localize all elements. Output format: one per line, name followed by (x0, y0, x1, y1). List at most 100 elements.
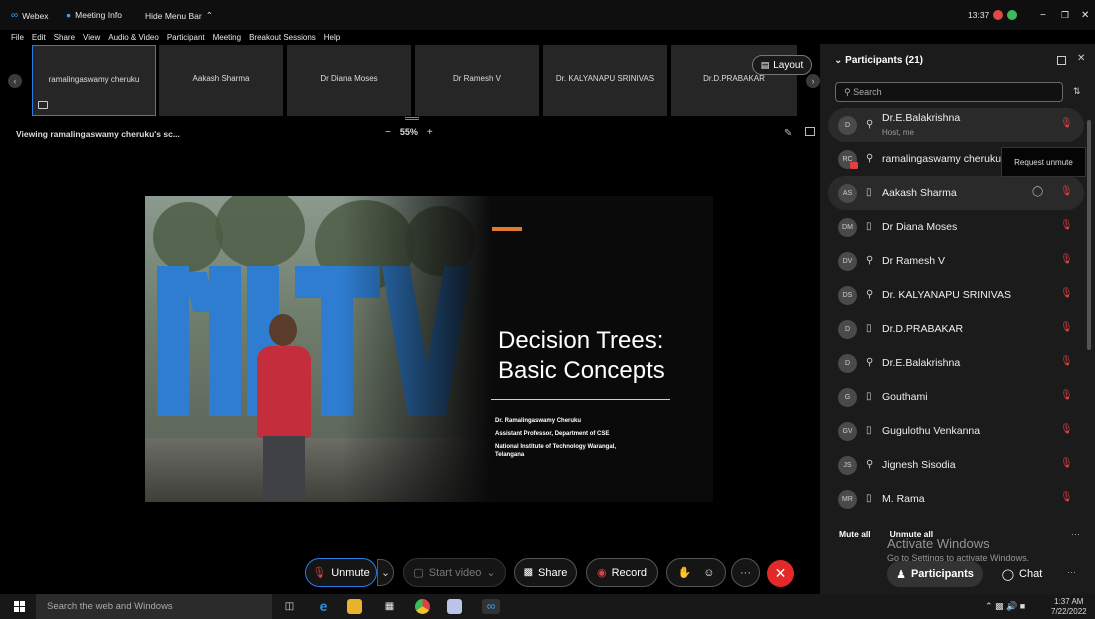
menu-audio-video[interactable]: Audio & Video (108, 33, 159, 42)
webex-app-menu[interactable]: ∞ Webex (11, 10, 48, 21)
participant-row[interactable]: AS ▯ Aakash Sharma ◯ 🎙 (828, 176, 1084, 210)
minimize-button[interactable]: − (1040, 10, 1046, 21)
webex-taskbar-icon[interactable]: ∞ (482, 599, 500, 614)
participant-row[interactable]: D ▯ Dr.D.PRABAKAR 🎙 (828, 312, 1084, 346)
mic-muted-icon[interactable]: 🎙 (1060, 220, 1073, 231)
close-window-button[interactable]: ✕ (1081, 10, 1089, 21)
video-tile[interactable]: Dr Ramesh V (415, 45, 539, 116)
slide-title-line2: Basic Concepts (498, 357, 665, 384)
participants-tab-button[interactable]: ♟ Participants (887, 561, 983, 587)
chat-icon[interactable]: ◯ (1032, 186, 1043, 197)
mic-muted-icon[interactable]: 🎙 (1060, 424, 1073, 435)
video-tile-name: Dr Ramesh V (452, 74, 501, 83)
notepad-icon[interactable] (447, 599, 462, 614)
menu-meeting[interactable]: Meeting (213, 33, 241, 42)
panel-scrollbar[interactable] (1087, 120, 1091, 350)
menu-share[interactable]: Share (54, 33, 75, 42)
video-tile[interactable]: Dr. KALYANAPU SRINIVAS (543, 45, 667, 116)
participant-role: Host, me (882, 128, 915, 137)
mic-muted-icon[interactable]: 🎙 (1060, 118, 1073, 129)
strip-resize-handle[interactable] (405, 117, 419, 120)
slide-author: Dr. Ramalingaswamy Cheruku (495, 418, 582, 424)
menu-view[interactable]: View (83, 33, 100, 42)
video-tile-name: Aakash Sharma (192, 74, 250, 83)
menu-file[interactable]: File (11, 33, 24, 42)
menu-participant[interactable]: Participant (167, 33, 205, 42)
connection-status-icon (1007, 10, 1018, 20)
chrome-icon[interactable] (415, 599, 430, 614)
slide-title-line1: Decision Trees: (498, 327, 664, 354)
leave-meeting-button[interactable]: ✕ (767, 560, 794, 587)
reaction-icon[interactable]: ☺ (703, 567, 714, 579)
chat-tab-button[interactable]: ◯ Chat (991, 561, 1053, 587)
layout-icon: ▤ (760, 59, 770, 70)
chat-tab-label: Chat (1019, 568, 1043, 580)
search-icon: ⚲ (844, 87, 851, 97)
unmute-button[interactable]: 🎙 Unmute (305, 558, 377, 587)
sort-icon[interactable]: ⇅ (1073, 86, 1081, 97)
video-tile[interactable]: Aakash Sharma (159, 45, 283, 116)
layout-button[interactable]: ▤ Layout (752, 55, 812, 75)
video-tile-active[interactable]: ramalingaswamy cheruku (32, 45, 156, 116)
mic-muted-icon[interactable]: 🎙 (1060, 186, 1073, 197)
start-video-button[interactable]: ▢ Start video ⌄ (403, 558, 506, 587)
participant-row[interactable]: D ⚲ Dr.E.Balakrishna Host, me 🎙 (828, 108, 1084, 142)
windows-start-icon[interactable] (14, 601, 25, 612)
participant-row[interactable]: DV ⚲ Dr Ramesh V 🎙 (828, 244, 1084, 278)
participant-row[interactable]: G ▯ Gouthami 🎙 (828, 380, 1084, 414)
mic-muted-icon[interactable]: 🎙 (1060, 356, 1073, 367)
raise-hand-icon[interactable]: ✋ (678, 566, 692, 579)
slide-photo (145, 196, 491, 502)
participant-search-input[interactable]: ⚲ Search (835, 82, 1063, 102)
hide-menu-bar-button[interactable]: Hide Menu Bar ⌃ (145, 10, 213, 21)
taskbar-search-input[interactable]: Search the web and Windows (36, 594, 272, 619)
participant-row[interactable]: D ⚲ Dr.E.Balakrishna 🎙 (828, 346, 1084, 380)
participant-row[interactable]: DS ⚲ Dr. KALYANAPU SRINIVAS 🎙 (828, 278, 1084, 312)
strip-next-button[interactable]: › (806, 74, 820, 88)
headset-icon: ⚲ (866, 255, 874, 266)
mic-muted-icon[interactable]: 🎙 (1060, 254, 1073, 265)
edge-browser-icon[interactable]: e (316, 599, 331, 614)
participants-header[interactable]: ⌄ Participants (21) (834, 55, 923, 66)
meeting-info-button[interactable]: ● Meeting Info (66, 10, 122, 20)
headset-icon: ⚲ (866, 289, 874, 300)
system-tray-icons[interactable]: ⌃ ▩ 🔊 ■ (985, 601, 1025, 612)
record-button[interactable]: ◉ Record (586, 558, 658, 587)
task-view-icon[interactable]: ◫ (282, 599, 297, 614)
pop-out-icon[interactable] (1057, 56, 1066, 65)
pop-out-icon[interactable] (805, 127, 815, 136)
headset-icon: ⚲ (866, 357, 874, 368)
participant-name: Dr Diana Moses (882, 221, 958, 233)
strip-prev-button[interactable]: ‹ (8, 74, 22, 88)
menu-help[interactable]: Help (324, 33, 340, 42)
participant-name: Dr.D.PRABAKAR (882, 323, 964, 335)
panel-more-icon[interactable]: ··· (1071, 529, 1080, 539)
taskbar-clock[interactable]: 1:37 AM 7/22/2022 (1051, 597, 1087, 617)
bottom-more-icon[interactable]: ··· (1067, 567, 1076, 577)
mic-muted-icon[interactable]: 🎙 (1060, 458, 1073, 469)
share-button[interactable]: ▩ Share (514, 558, 577, 587)
avatar: G (838, 388, 857, 407)
mic-muted-icon[interactable]: 🎙 (1060, 390, 1073, 401)
mic-muted-icon[interactable]: 🎙 (1060, 492, 1073, 503)
mic-muted-icon[interactable]: 🎙 (1060, 288, 1073, 299)
participant-row[interactable]: JS ⚲ Jignesh Sisodia 🎙 (828, 448, 1084, 482)
chat-icon: ◯ (1001, 568, 1015, 581)
zoom-out-button[interactable]: − (385, 127, 391, 138)
mic-muted-icon[interactable]: 🎙 (1060, 322, 1073, 333)
close-panel-icon[interactable]: ✕ (1077, 53, 1085, 64)
annotate-icon[interactable]: ✎ (784, 128, 792, 139)
participant-row[interactable]: MR ▯ M. Rama 🎙 (828, 482, 1084, 516)
zoom-in-button[interactable]: + (427, 127, 433, 138)
more-options-button[interactable]: ··· (731, 558, 760, 587)
menu-breakout-sessions[interactable]: Breakout Sessions (249, 33, 316, 42)
video-tile[interactable]: Dr Diana Moses (287, 45, 411, 116)
file-explorer-icon[interactable] (347, 599, 362, 614)
participant-row[interactable]: GV ▯ Gugulothu Venkanna 🎙 (828, 414, 1084, 448)
participant-row[interactable]: DM ▯ Dr Diana Moses 🎙 (828, 210, 1084, 244)
audio-options-chevron[interactable]: ⌄ (377, 559, 394, 586)
menu-edit[interactable]: Edit (32, 33, 46, 42)
maximize-button[interactable]: ❐ (1061, 10, 1069, 21)
mute-all-button[interactable]: Mute all (839, 529, 871, 539)
store-icon[interactable]: ▦ (382, 599, 397, 614)
